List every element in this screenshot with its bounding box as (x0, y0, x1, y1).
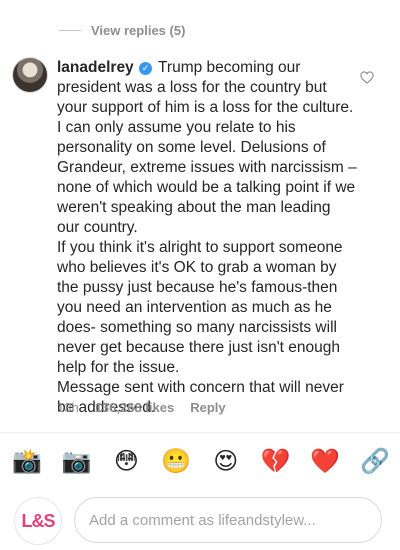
comment-meta: 13h 136,268 likes Reply (57, 400, 226, 415)
comment-username[interactable]: lanadelrey (57, 59, 134, 76)
comment-paragraph: lanadelrey ✓ Trump becoming our presiden… (57, 58, 357, 118)
heart-eyes-emoji[interactable]: 😍 (213, 449, 239, 475)
reply-divider-line (59, 29, 81, 31)
verified-badge-icon: ✓ (139, 62, 152, 75)
comment-input[interactable] (74, 497, 382, 543)
broken-heart-emoji[interactable]: 💔 (261, 449, 291, 475)
comment-text-2: I can only assume you relate to his pers… (57, 119, 357, 236)
avatar[interactable] (12, 57, 48, 93)
link-emoji[interactable]: 🔗 (360, 449, 390, 475)
account-logo[interactable]: L&S (14, 497, 62, 545)
camera-emoji[interactable]: 📷 (62, 449, 92, 475)
flushed-face-emoji[interactable]: 😳 (113, 449, 139, 475)
comment-body: lanadelrey ✓ Trump becoming our presiden… (57, 58, 357, 418)
emoji-bar: 📸 📷 😳 😬 😍 💔 ❤️ 🔗 (12, 449, 390, 475)
view-replies-link[interactable]: View replies (5) (59, 20, 185, 40)
comment-time: 13h (57, 400, 79, 415)
comment-likes[interactable]: 136,268 likes (95, 400, 175, 415)
divider (0, 432, 400, 433)
like-heart-icon[interactable] (360, 71, 374, 89)
comment-text-3: If you think it's alright to support som… (57, 239, 343, 376)
camera-flash-emoji[interactable]: 📸 (12, 449, 42, 475)
grimacing-face-emoji[interactable]: 😬 (161, 449, 191, 475)
red-heart-emoji[interactable]: ❤️ (310, 449, 340, 475)
reply-button[interactable]: Reply (190, 400, 225, 415)
view-replies-label: View replies (5) (91, 22, 186, 38)
